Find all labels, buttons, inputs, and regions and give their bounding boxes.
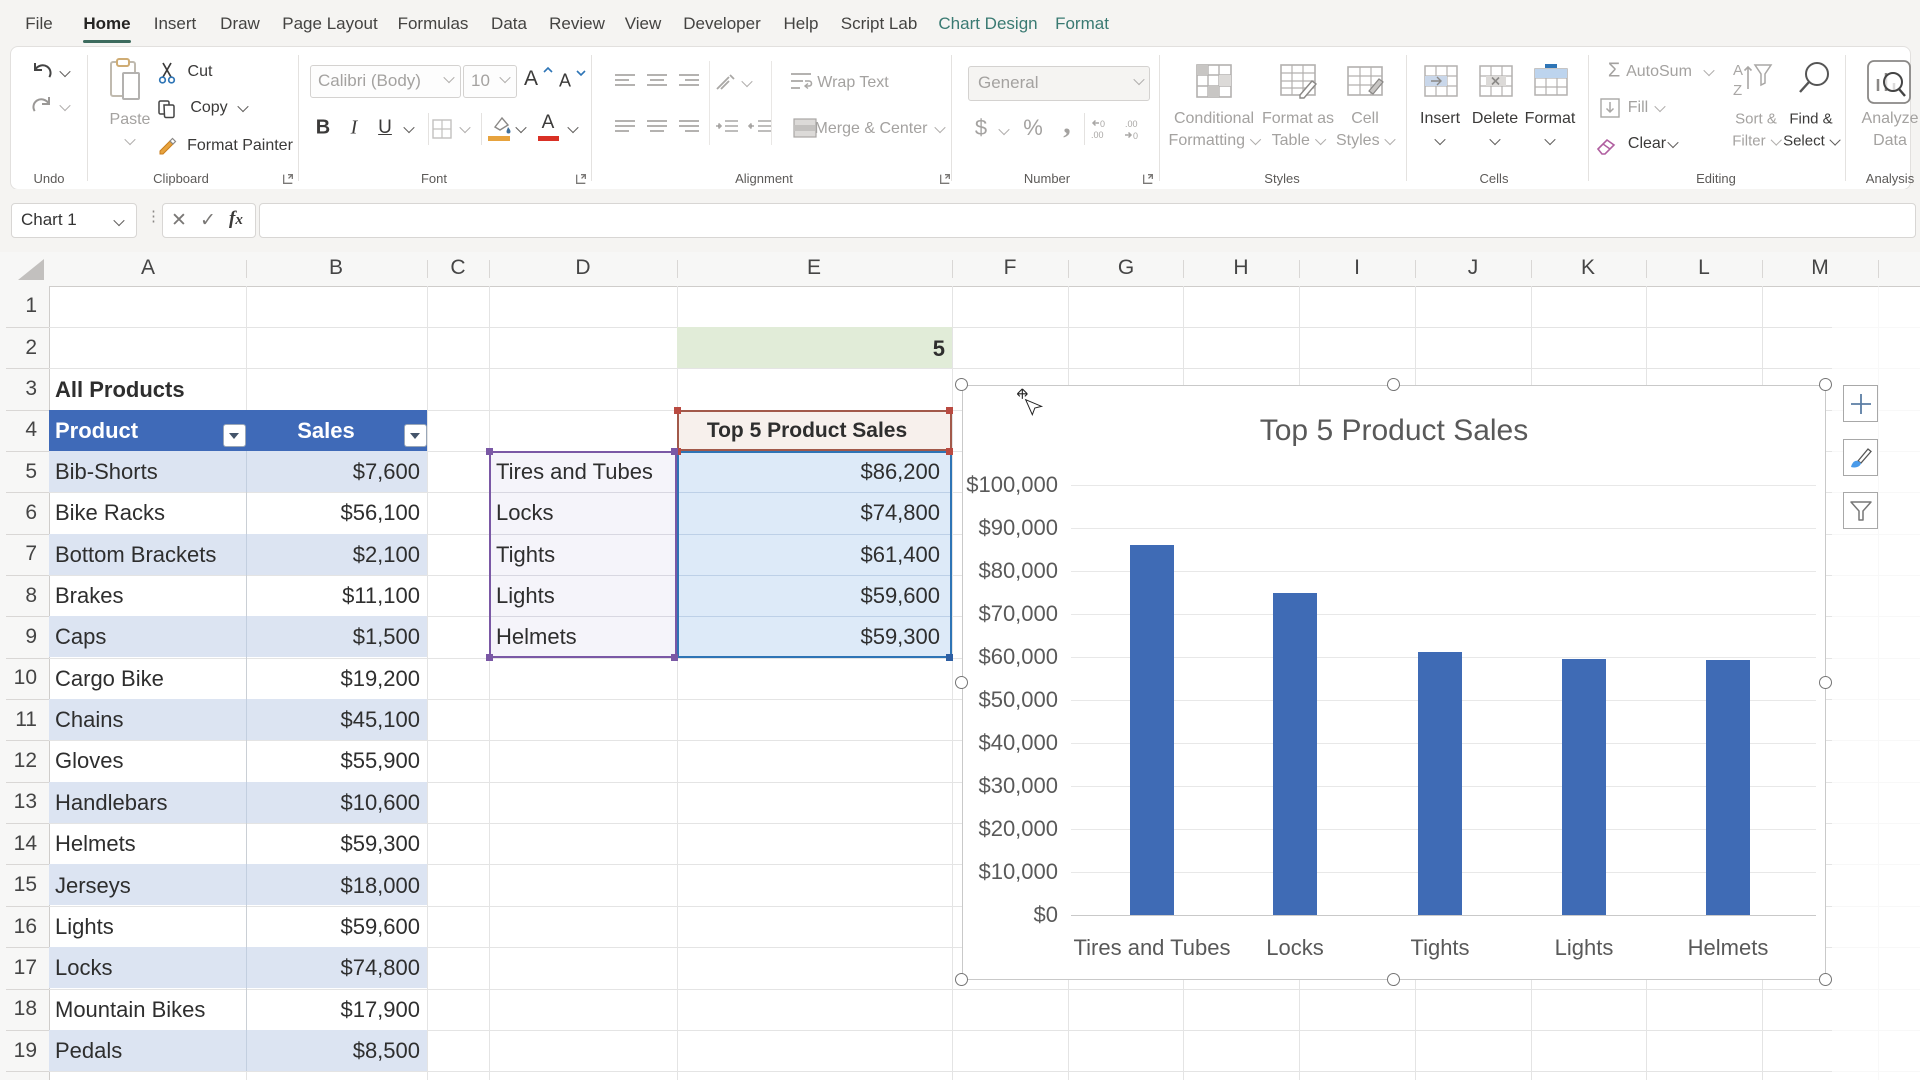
svg-text:Z: Z	[1733, 82, 1742, 99]
svg-text:0: 0	[1100, 119, 1105, 129]
svg-text:.00: .00	[1125, 119, 1138, 129]
svg-text:0: 0	[1133, 131, 1138, 141]
svg-text:.00: .00	[1091, 130, 1104, 140]
svg-text:A: A	[1733, 62, 1743, 79]
